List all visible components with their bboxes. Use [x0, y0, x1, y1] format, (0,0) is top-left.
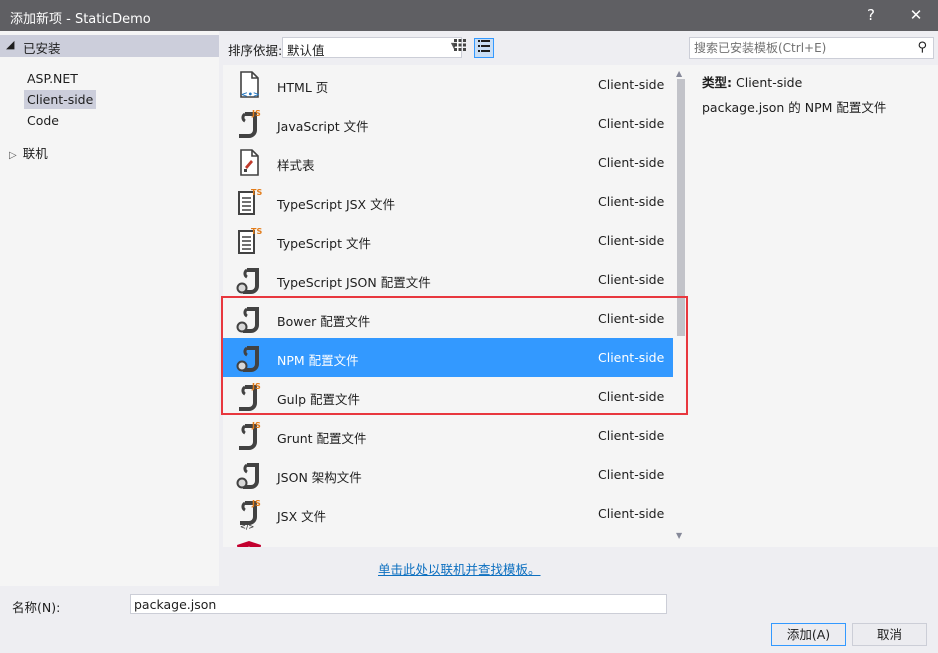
- online-templates-link[interactable]: 单击此处以联机并查找模板。: [378, 559, 541, 578]
- javascript-file-icon: JS: [233, 420, 265, 452]
- template-category: Client-side: [598, 116, 665, 131]
- tree-item-code[interactable]: Code: [24, 111, 62, 130]
- toolbar: 排序依据: 默认值 ▼ ⚲: [219, 31, 938, 64]
- list-icon: [478, 40, 490, 52]
- template-name: JSX 文件: [277, 509, 327, 524]
- title-bar: 添加新项 - StaticDemo ? ✕: [0, 0, 938, 31]
- template-category: Client-side: [598, 428, 665, 443]
- details-pane: 类型: Client-side package.json 的 NPM 配置文件: [688, 65, 938, 547]
- type-label: 类型:: [702, 75, 732, 90]
- typescript-file-icon: TS: [233, 225, 265, 257]
- jsx-file-icon: JS </>: [233, 498, 265, 531]
- scrollbar-thumb[interactable]: [677, 79, 685, 336]
- html-file-icon: <•>: [233, 69, 265, 101]
- sort-dropdown[interactable]: 默认值 ▼: [282, 37, 462, 58]
- angular-icon: [233, 537, 265, 547]
- template-row[interactable]: 样式表 Client-side: [223, 143, 673, 182]
- javascript-file-icon: JS: [233, 381, 265, 413]
- template-list: <•> HTML 页 Client-side JS JavaScript 文件 Clien…: [223, 65, 688, 547]
- tree-node-online-label: 联机: [22, 146, 48, 161]
- search-input[interactable]: [690, 38, 900, 58]
- tree-item-aspnet[interactable]: ASP.NET: [24, 69, 81, 88]
- template-row[interactable]: TS TypeScript 文件 Client-side: [223, 221, 673, 260]
- typescript-file-icon: TS: [233, 186, 265, 218]
- category-tree: ◢ 已安装 ASP.NET Client-side Code ▷ 联机: [0, 31, 219, 586]
- template-row[interactable]: NPM 配置文件 Client-side: [223, 338, 673, 377]
- svg-text:TS: TS: [251, 188, 262, 197]
- add-button[interactable]: 添加(A): [771, 623, 846, 646]
- svg-text:JS: JS: [251, 499, 261, 508]
- template-row[interactable]: <•> HTML 页 Client-side: [223, 65, 673, 104]
- template-name: HTML 页: [277, 80, 329, 95]
- template-name: NPM 配置文件: [277, 353, 359, 368]
- sort-label: 排序依据:: [228, 43, 283, 58]
- expand-right-icon[interactable]: ▷: [9, 150, 17, 161]
- template-row[interactable]: JS Grunt 配置文件 Client-side: [223, 416, 673, 455]
- javascript-file-icon: JS: [233, 108, 265, 140]
- scroll-down-icon[interactable]: ▼: [676, 531, 682, 540]
- svg-text:JS: JS: [251, 421, 261, 430]
- template-name: TypeScript 文件: [277, 236, 371, 251]
- search-icon[interactable]: ⚲: [917, 40, 927, 55]
- tree-node-installed-label: 已安装: [23, 41, 61, 56]
- template-type: 类型: Client-side: [702, 72, 802, 91]
- template-row[interactable]: Bower 配置文件 Client-side: [223, 299, 673, 338]
- template-name: JSON 架构文件: [277, 470, 362, 485]
- stylesheet-file-icon: [233, 147, 265, 179]
- svg-text:</>: </>: [240, 523, 254, 530]
- svg-text:JS: JS: [251, 382, 261, 391]
- template-description: package.json 的 NPM 配置文件: [702, 100, 887, 115]
- template-row[interactable]: JS Gulp 配置文件 Client-side: [223, 377, 673, 416]
- name-field[interactable]: [130, 594, 667, 614]
- small-icons-view-button[interactable]: [450, 38, 470, 58]
- template-name: Grunt 配置文件: [277, 431, 367, 446]
- type-value: Client-side: [736, 75, 803, 90]
- json-config-icon: [233, 342, 265, 374]
- json-config-icon: [233, 303, 265, 335]
- cancel-button[interactable]: 取消: [852, 623, 927, 646]
- template-category: Client-side: [598, 506, 665, 521]
- template-category: Client-side: [598, 311, 665, 326]
- vertical-scrollbar[interactable]: ▲ ▼: [673, 65, 688, 547]
- template-name: TypeScript JSON 配置文件: [277, 275, 431, 290]
- window-title: 添加新项 - StaticDemo: [10, 12, 151, 27]
- template-category: Client-side: [598, 155, 665, 170]
- template-row[interactable]: JS JavaScript 文件 Client-side: [223, 104, 673, 143]
- template-category: Client-side: [598, 233, 665, 248]
- tree-node-online[interactable]: ▷ 联机: [9, 143, 48, 162]
- template-name: Bower 配置文件: [277, 314, 371, 329]
- template-name: TypeScript JSX 文件: [277, 197, 396, 212]
- json-config-icon: [233, 459, 265, 491]
- template-name: JavaScript 文件: [277, 119, 369, 134]
- help-button[interactable]: ?: [857, 4, 885, 26]
- details-view-button[interactable]: [474, 38, 494, 58]
- template-category: Client-side: [598, 77, 665, 92]
- template-category: Client-side: [598, 389, 665, 404]
- template-row[interactable]: JS </> JSX 文件 Client-side: [223, 494, 673, 533]
- scroll-up-icon[interactable]: ▲: [676, 69, 682, 78]
- svg-text:TS: TS: [251, 227, 262, 236]
- template-name: 样式表: [277, 158, 315, 173]
- close-button[interactable]: ✕: [902, 4, 930, 26]
- template-row[interactable]: TS TypeScript JSX 文件 Client-side: [223, 182, 673, 221]
- template-category: Client-side: [598, 194, 665, 209]
- template-name: Gulp 配置文件: [277, 392, 360, 407]
- grid-icon: [454, 39, 466, 51]
- search-box[interactable]: ⚲: [689, 37, 934, 59]
- tree-item-client-side[interactable]: Client-side: [24, 90, 97, 109]
- template-category: Client-side: [598, 350, 665, 365]
- template-row[interactable]: TypeScript JSON 配置文件 Client-side: [223, 260, 673, 299]
- svg-text:JS: JS: [251, 109, 261, 118]
- tree-node-installed[interactable]: ◢ 已安装: [0, 35, 219, 57]
- template-row[interactable]: [223, 533, 673, 547]
- template-row[interactable]: JSON 架构文件 Client-side: [223, 455, 673, 494]
- template-category: Client-side: [598, 467, 665, 482]
- template-category: Client-side: [598, 272, 665, 287]
- name-field-label: 名称(N):: [12, 600, 61, 615]
- svg-text:<•>: <•>: [241, 90, 260, 99]
- json-config-icon: [233, 264, 265, 296]
- expand-down-icon[interactable]: ◢: [6, 38, 14, 51]
- sort-dropdown-value: 默认值: [287, 43, 325, 58]
